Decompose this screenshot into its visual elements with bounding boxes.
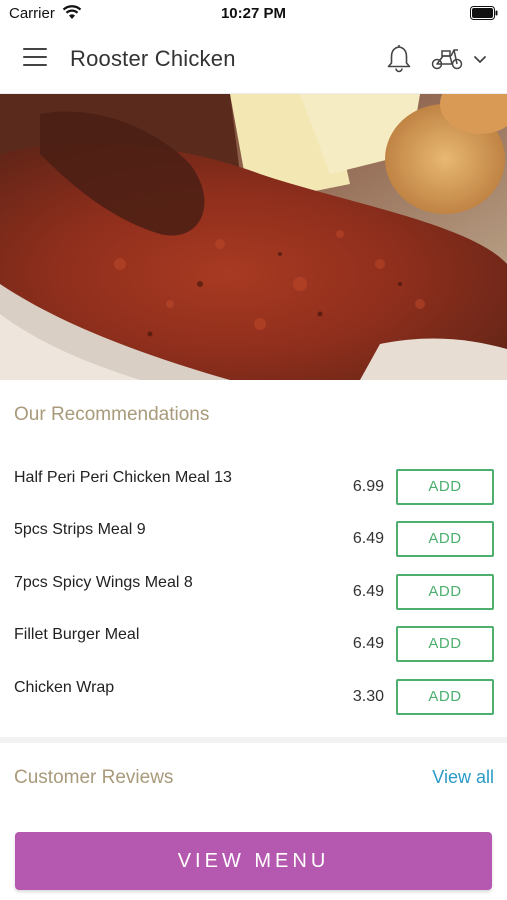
- item-price: 6.49: [352, 530, 384, 547]
- reviews-title: Customer Reviews: [14, 767, 174, 788]
- add-button[interactable]: ADD: [396, 469, 494, 505]
- menu-icon[interactable]: [23, 48, 47, 68]
- list-item: Fillet Burger Meal 6.49 ADD: [0, 626, 507, 676]
- view-all-link[interactable]: View all: [432, 767, 494, 788]
- list-item: Chicken Wrap 3.30 ADD: [0, 679, 507, 729]
- add-button[interactable]: ADD: [396, 574, 494, 610]
- item-price: 6.49: [352, 635, 384, 652]
- item-name: 7pcs Spicy Wings Meal 8: [14, 574, 193, 591]
- status-bar: Carrier 10:27 PM: [0, 0, 507, 26]
- bell-icon[interactable]: [385, 43, 413, 73]
- page-title: Rooster Chicken: [70, 46, 236, 71]
- food-photo: [0, 94, 507, 380]
- scooter-icon[interactable]: [430, 47, 464, 71]
- list-item: 7pcs Spicy Wings Meal 8 6.49 ADD: [0, 574, 507, 624]
- item-name: Fillet Burger Meal: [14, 626, 140, 643]
- app-header: Rooster Chicken: [0, 26, 507, 94]
- item-name: Chicken Wrap: [14, 679, 115, 696]
- hero-food-image: [0, 94, 507, 380]
- add-button[interactable]: ADD: [396, 521, 494, 557]
- item-price: 3.30: [352, 688, 384, 705]
- view-menu-button[interactable]: VIEW MENU: [15, 832, 492, 890]
- list-item: 5pcs Strips Meal 9 6.49 ADD: [0, 521, 507, 571]
- list-item: Half Peri Peri Chicken Meal 13 6.99 ADD: [0, 469, 507, 519]
- item-price: 6.49: [352, 583, 384, 600]
- recommendations-title: Our Recommendations: [14, 404, 210, 425]
- add-button[interactable]: ADD: [396, 679, 494, 715]
- battery-icon: [470, 6, 498, 20]
- item-name: 5pcs Strips Meal 9: [14, 521, 146, 538]
- section-divider: [0, 737, 507, 743]
- item-name: Half Peri Peri Chicken Meal 13: [14, 469, 232, 486]
- add-button[interactable]: ADD: [396, 626, 494, 662]
- status-time: 10:27 PM: [220, 5, 287, 22]
- item-price: 6.99: [352, 478, 384, 495]
- chevron-down-icon[interactable]: [472, 52, 488, 66]
